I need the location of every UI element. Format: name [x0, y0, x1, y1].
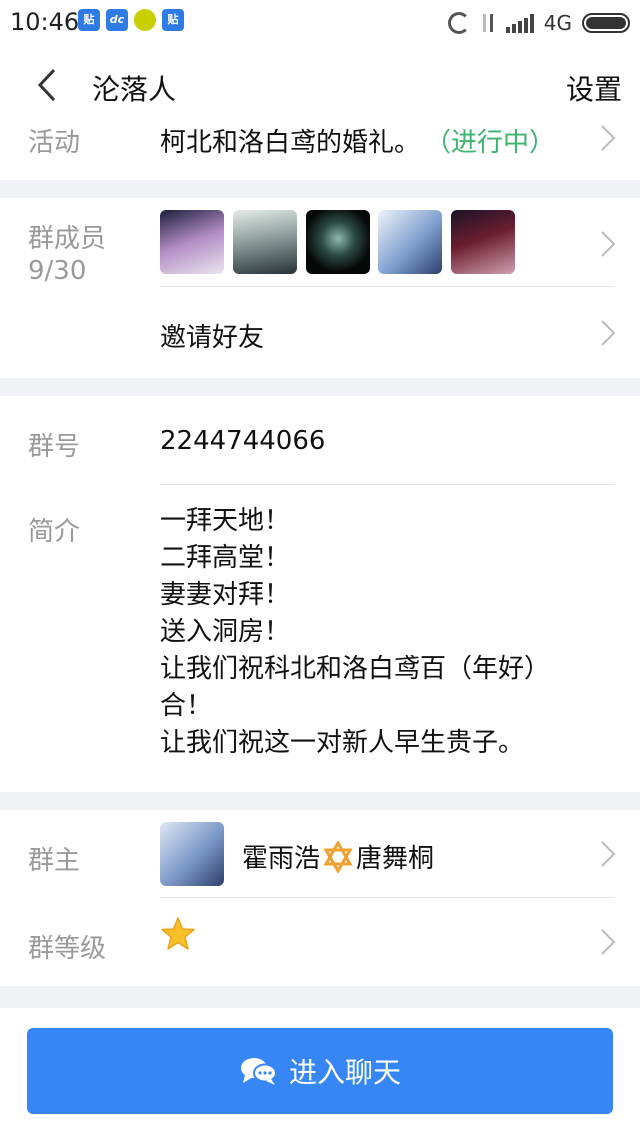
star-of-david-icon [323, 840, 353, 873]
group-id-row: 群号 2244744066 [0, 396, 640, 484]
sync-icon [447, 12, 470, 34]
nav-bar: 沦落人 设置 [0, 46, 640, 122]
group-info-section: 群号 2244744066 简介 一拜天地！ 二拜高堂！ 妻妻对拜！ 送入洞房！… [0, 396, 640, 792]
chevron-right-icon [601, 929, 616, 955]
chevron-right-icon [601, 231, 616, 257]
member-avatar[interactable] [378, 210, 442, 274]
store-icon: dc [106, 9, 128, 31]
group-level-label: 群等级 [28, 934, 107, 964]
status-time: 10:46 [10, 8, 80, 36]
chevron-right-icon [601, 841, 616, 867]
group-id-value: 2244744066 [160, 426, 326, 456]
owner-section: 群主 霍雨浩 唐舞桐 群等级 [0, 810, 640, 986]
tieba-icon: 贴 [162, 9, 184, 31]
owner-name-part2: 唐舞桐 [356, 844, 435, 874]
member-avatar[interactable] [160, 210, 224, 274]
intro-label: 简介 [28, 517, 81, 547]
status-bar: 10:46 贴 dc 贴 4G [0, 0, 640, 46]
owner-label: 群主 [28, 846, 81, 876]
page-title: 沦落人 [92, 73, 177, 106]
activity-title: 柯北和洛白鸢的婚礼。 [160, 128, 421, 158]
activity-value: 柯北和洛白鸢的婚礼。 （进行中） [160, 122, 555, 159]
invite-friends-label: 邀请好友 [160, 323, 265, 353]
bottom-bar: 进入聊天 [0, 1008, 640, 1138]
activity-label: 活动 [28, 128, 81, 158]
member-avatar[interactable] [233, 210, 297, 274]
members-row[interactable]: 群成员 9/30 [0, 198, 640, 286]
member-avatar[interactable] [306, 210, 370, 274]
members-section: 群成员 9/30 邀请好友 [0, 198, 640, 378]
back-arrow-icon[interactable] [34, 68, 68, 102]
owner-name-part1: 霍雨浩 [242, 844, 321, 874]
owner-name: 霍雨浩 唐舞桐 [242, 838, 434, 875]
intro-row: 简介 一拜天地！ 二拜高堂！ 妻妻对拜！ 送入洞房！ 让我们祝科北和洛白鸢百（年… [0, 485, 640, 785]
member-avatar[interactable] [451, 210, 515, 274]
status-indicators: 4G [447, 8, 630, 38]
activity-status: （进行中） [438, 128, 556, 158]
activity-row[interactable]: 活动 柯北和洛白鸢的婚礼。 （进行中） [0, 122, 640, 180]
enter-chat-label: 进入聊天 [288, 1056, 401, 1089]
invite-friends-row[interactable]: 邀请好友 [0, 287, 640, 378]
chevron-right-icon [601, 125, 616, 151]
chevron-right-icon [601, 320, 616, 346]
tieba-icon: 贴 [78, 9, 100, 31]
members-count: 9/30 [28, 256, 87, 286]
signal-icon [505, 13, 534, 33]
settings-button[interactable]: 设置 [566, 68, 622, 108]
qq-browser-icon [134, 9, 156, 31]
owner-avatar [160, 822, 224, 886]
network-type: 4G [543, 11, 572, 35]
chat-bubble-icon [240, 1058, 277, 1085]
battery-icon [582, 13, 630, 33]
group-id-label: 群号 [28, 432, 81, 462]
owner-row[interactable]: 群主 霍雨浩 唐舞桐 [0, 810, 640, 897]
data-transfer-icon [480, 12, 496, 34]
enter-chat-button[interactable]: 进入聊天 [27, 1028, 613, 1114]
intro-text: 一拜天地！ 二拜高堂！ 妻妻对拜！ 送入洞房！ 让我们祝科北和洛白鸢百（年好） … [160, 506, 551, 758]
group-level-row[interactable]: 群等级 [0, 898, 640, 986]
star-icon [161, 917, 195, 950]
members-label: 群成员 [28, 224, 107, 254]
